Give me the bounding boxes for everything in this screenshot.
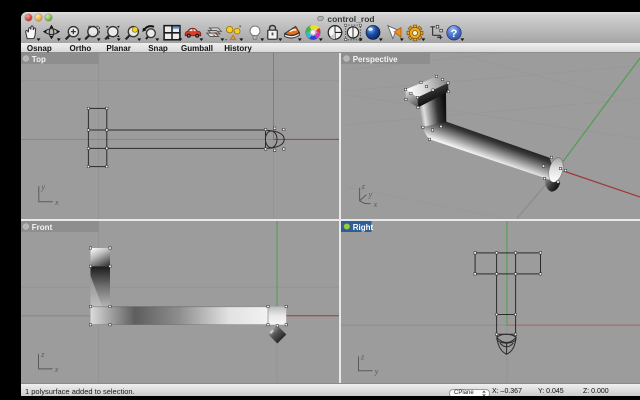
svg-text:Front: Front bbox=[32, 222, 53, 231]
svg-text:Right: Right bbox=[353, 222, 374, 231]
svg-text:z: z bbox=[40, 350, 45, 359]
svg-text:y: y bbox=[368, 190, 373, 199]
svg-text:z: z bbox=[361, 182, 366, 191]
svg-text:Top: Top bbox=[32, 55, 46, 64]
svg-text:y: y bbox=[41, 183, 46, 192]
svg-text:Perspective: Perspective bbox=[353, 55, 398, 64]
svg-text:x: x bbox=[373, 200, 378, 209]
svg-text:x: x bbox=[54, 364, 59, 373]
svg-text:z: z bbox=[360, 352, 365, 361]
svg-text:x: x bbox=[54, 198, 59, 207]
svg-text:?: ? bbox=[451, 28, 458, 40]
svg-text:y: y bbox=[374, 366, 379, 375]
